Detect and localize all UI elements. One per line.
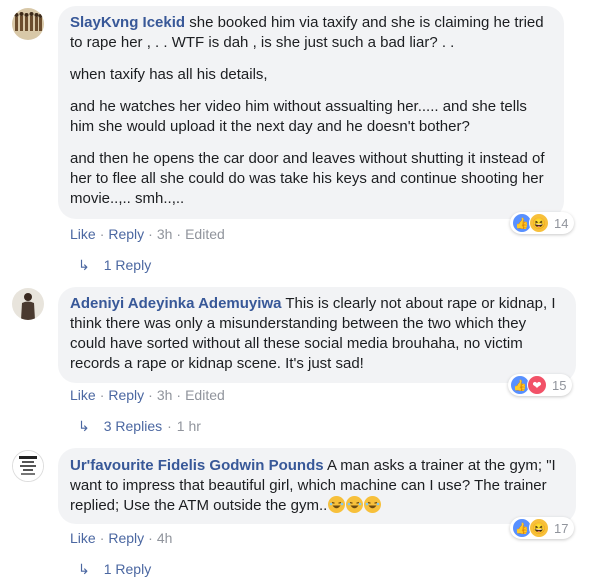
comment-paragraph: and then he opens the car door and leave…	[70, 150, 545, 207]
love-reaction-icon: ❤	[527, 375, 547, 395]
like-link[interactable]: Like	[70, 530, 96, 546]
comment-text: Ur'favourite Fidelis Godwin Pounds A man…	[70, 456, 564, 516]
view-replies[interactable]: ↳ 1 Reply	[78, 257, 151, 274]
avatar[interactable]	[12, 288, 44, 320]
comment-text: Adeniyi Adeyinka Ademuyiwa This is clear…	[70, 294, 564, 374]
comment-text: SlayKvng Icekid she booked him via taxif…	[70, 13, 552, 53]
reply-link[interactable]: Reply	[108, 387, 144, 403]
edited-label[interactable]: Edited	[185, 226, 225, 242]
laughing-emoji-icon	[364, 496, 382, 513]
comment-bubble: Adeniyi Adeyinka Ademuyiwa This is clear…	[58, 287, 576, 383]
comment-time[interactable]: 3h	[157, 387, 173, 403]
laughing-emoji-icon	[346, 496, 364, 513]
like-link[interactable]: Like	[70, 226, 96, 242]
avatar[interactable]	[12, 8, 44, 40]
comment-author[interactable]: SlayKvng Icekid	[70, 14, 185, 31]
comment-paragraph: and he watches her video him without ass…	[70, 98, 527, 135]
comment-actions: Like · Reply · 3h · Edited	[70, 226, 225, 242]
like-link[interactable]: Like	[70, 387, 96, 403]
replies-link[interactable]: 3 Replies	[104, 418, 162, 434]
reaction-count: 14	[554, 215, 569, 231]
reaction-count: 17	[554, 520, 569, 536]
view-replies[interactable]: ↳ 1 Reply	[78, 561, 151, 578]
comment-time[interactable]: 4h	[157, 530, 173, 546]
reaction-summary[interactable]: 👍 😆 17	[510, 517, 575, 539]
comment-time[interactable]: 3h	[157, 226, 173, 242]
haha-reaction-icon: 😆	[529, 518, 549, 538]
comment-author[interactable]: Adeniyi Adeyinka Ademuyiwa	[70, 295, 281, 312]
reply-arrow-icon: ↳	[78, 418, 90, 434]
reaction-count: 15	[552, 377, 567, 393]
comment-actions: Like · Reply · 4h	[70, 530, 173, 546]
replies-time[interactable]: 1 hr	[177, 418, 201, 434]
comment-actions: Like · Reply · 3h · Edited	[70, 387, 225, 403]
edited-label[interactable]: Edited	[185, 387, 225, 403]
haha-reaction-icon: 😆	[529, 213, 549, 233]
laughing-emoji-icon	[328, 496, 346, 513]
replies-link[interactable]: 1 Reply	[104, 561, 151, 577]
avatar[interactable]	[12, 450, 44, 482]
reply-arrow-icon: ↳	[78, 561, 90, 577]
replies-link[interactable]: 1 Reply	[104, 257, 151, 273]
comment-bubble: Ur'favourite Fidelis Godwin Pounds A man…	[58, 448, 576, 524]
comment-paragraph: when taxify has all his details,	[70, 66, 268, 83]
comment-author[interactable]: Ur'favourite Fidelis Godwin Pounds	[70, 457, 324, 474]
reply-link[interactable]: Reply	[108, 530, 144, 546]
reaction-summary[interactable]: 👍 ❤ 15	[508, 374, 573, 396]
reply-arrow-icon: ↳	[78, 257, 90, 273]
reaction-summary[interactable]: 👍 😆 14	[510, 212, 575, 234]
reply-link[interactable]: Reply	[108, 226, 144, 242]
view-replies[interactable]: ↳ 3 Replies · 1 hr	[78, 418, 201, 435]
comment-bubble: SlayKvng Icekid she booked him via taxif…	[58, 6, 564, 219]
